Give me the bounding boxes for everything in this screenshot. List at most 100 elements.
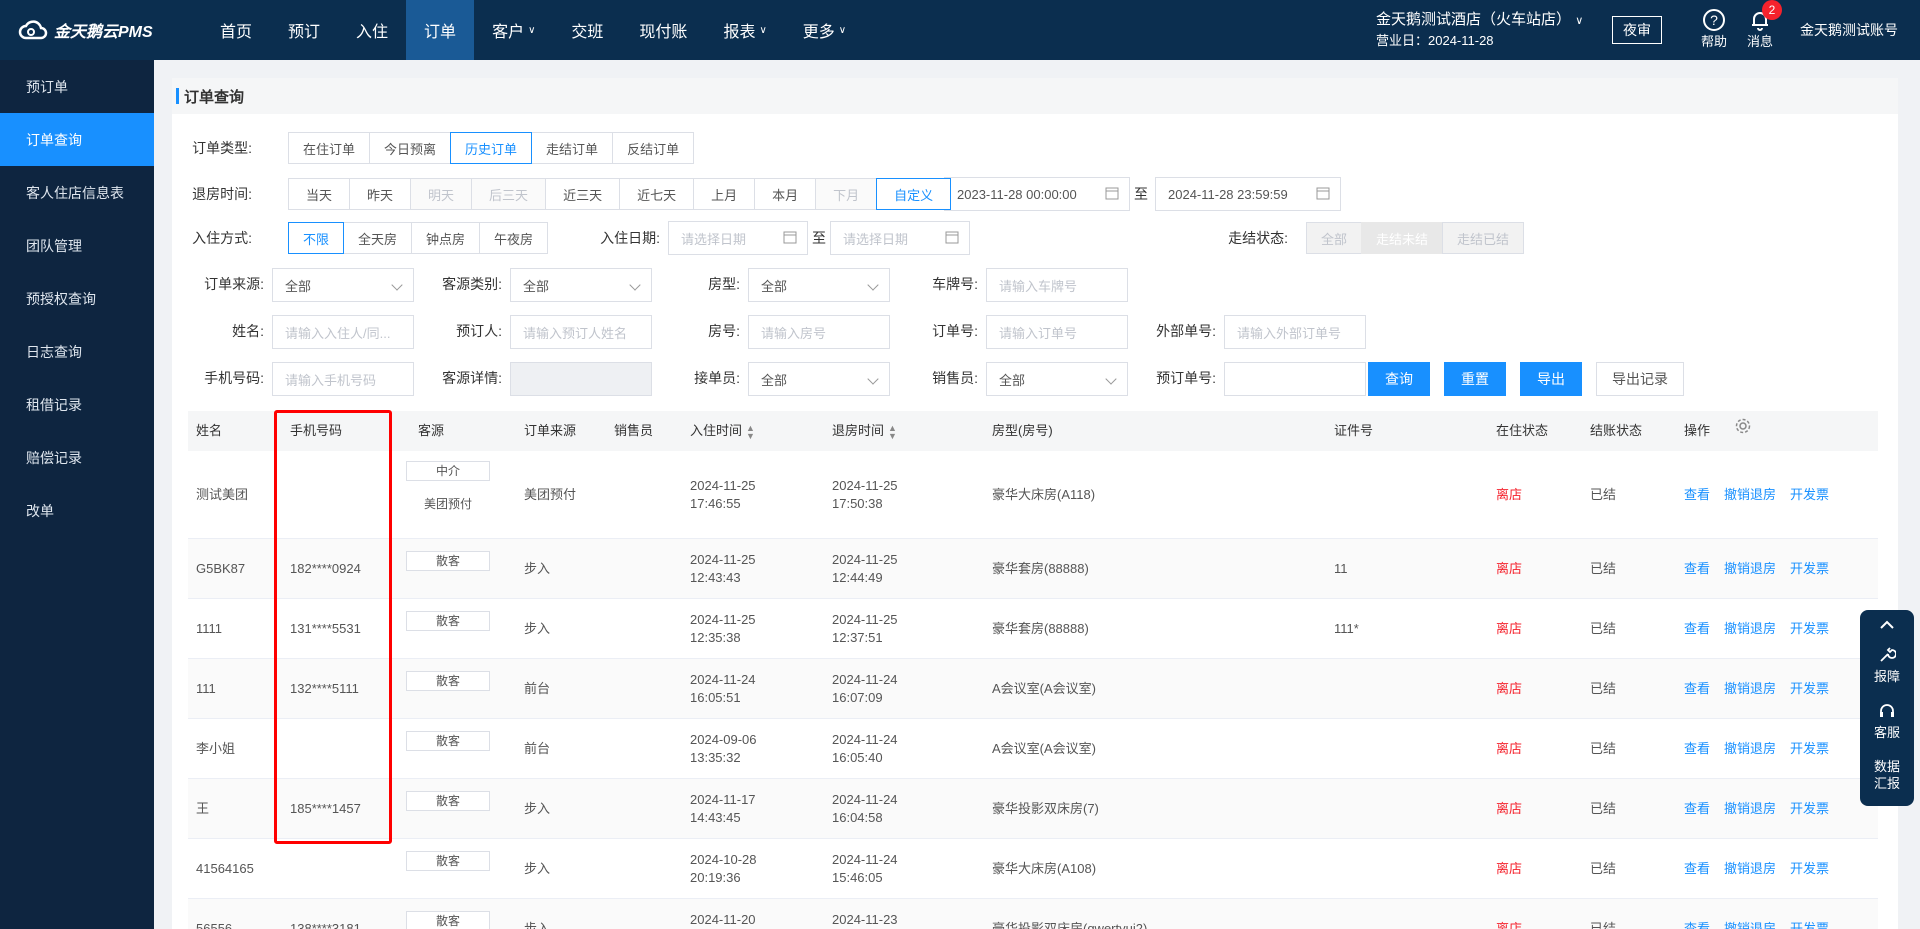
view-link[interactable]: 查看: [1684, 561, 1710, 576]
checkin-date-start-input[interactable]: 请选择日期: [668, 221, 808, 255]
night-audit-button[interactable]: 夜审: [1612, 16, 1662, 44]
settings-gear-icon[interactable]: [1734, 417, 1752, 435]
undo-checkout-link[interactable]: 撤销退房: [1724, 681, 1776, 696]
invoice-link[interactable]: 开发票: [1790, 487, 1829, 502]
column-header-6[interactable]: 退房时间 ▲ ▼: [832, 411, 897, 451]
collapse-button[interactable]: [1860, 616, 1914, 630]
view-link[interactable]: 查看: [1684, 681, 1710, 696]
checkin-option-1[interactable]: 全天房: [343, 222, 413, 254]
checkin-option-3[interactable]: 午夜房: [479, 222, 549, 254]
query-button[interactable]: 查询: [1368, 362, 1430, 396]
order-type-option-4[interactable]: 反结订单: [612, 132, 695, 164]
data-report-button[interactable]: 数据汇报: [1860, 758, 1914, 792]
reset-button[interactable]: 重置: [1444, 362, 1506, 396]
checkout-option-7[interactable]: 本月: [754, 178, 817, 210]
nav-item-2[interactable]: 入住: [338, 0, 406, 60]
sidebar-item-0[interactable]: 预订单: [0, 60, 154, 113]
order-no-input[interactable]: 请输入订单号: [986, 315, 1128, 349]
invoice-link[interactable]: 开发票: [1790, 801, 1829, 816]
sidebar-item-4[interactable]: 预授权查询: [0, 272, 154, 325]
nav-item-8[interactable]: 更多 ∨: [785, 0, 864, 60]
undo-checkout-link[interactable]: 撤销退房: [1724, 921, 1776, 929]
invoice-link[interactable]: 开发票: [1790, 621, 1829, 636]
help-button[interactable]: ? 帮助: [1694, 8, 1734, 50]
checkout-option-8[interactable]: 下月: [815, 178, 878, 210]
checkout-option-5[interactable]: 近七天: [619, 178, 695, 210]
nav-item-3[interactable]: 订单: [406, 0, 475, 60]
invoice-link[interactable]: 开发票: [1790, 861, 1829, 876]
checkout-time: 2024-11-25 17:50:38: [832, 477, 898, 513]
checkin-option-2[interactable]: 钟点房: [411, 222, 481, 254]
checkin-option-0[interactable]: 不限: [288, 222, 345, 254]
sidebar-item-1[interactable]: 订单查询: [0, 113, 154, 166]
order-type-option-0[interactable]: 在住订单: [288, 132, 371, 164]
salesperson-select[interactable]: 全部: [986, 362, 1128, 396]
checkout-option-0[interactable]: 当天: [288, 178, 351, 210]
booker-input[interactable]: 请输入预订人姓名: [510, 315, 652, 349]
plate-input[interactable]: 请输入车牌号: [986, 268, 1128, 302]
nav-item-4[interactable]: 客户 ∨: [474, 0, 553, 60]
undo-checkout-link[interactable]: 撤销退房: [1724, 561, 1776, 576]
sidebar-item-6[interactable]: 租借记录: [0, 378, 154, 431]
room-type-select[interactable]: 全部: [748, 268, 890, 302]
checkout-option-6[interactable]: 上月: [693, 178, 756, 210]
nav-item-5[interactable]: 交班: [553, 0, 621, 60]
view-link[interactable]: 查看: [1684, 621, 1710, 636]
report-fault-button[interactable]: 报障: [1860, 646, 1914, 685]
checkout-option-2[interactable]: 明天: [410, 178, 473, 210]
customer-service-button[interactable]: 客服: [1860, 702, 1914, 741]
checkout-end-input[interactable]: 2024-11-28 23:59:59: [1155, 177, 1341, 211]
external-no-input[interactable]: 请输入外部订单号: [1224, 315, 1366, 349]
receiver-select[interactable]: 全部: [748, 362, 890, 396]
column-header-label: 证件号: [1334, 423, 1374, 438]
checkout-start-input[interactable]: 2023-11-28 00:00:00: [944, 177, 1130, 211]
nav-item-6[interactable]: 现付账: [621, 0, 705, 60]
checkin-time-time: 16:05:51: [690, 690, 741, 705]
hotel-switcher[interactable]: 金天鹅测试酒店（火车站店） ∨ 营业日：2024-11-28: [1376, 10, 1583, 51]
undo-checkout-link[interactable]: 撤销退房: [1724, 741, 1776, 756]
export-log-button[interactable]: 导出记录: [1596, 362, 1684, 396]
order-source-select[interactable]: 全部: [272, 268, 414, 302]
account-menu[interactable]: 金天鹅测试账号: [1800, 20, 1898, 40]
view-link[interactable]: 查看: [1684, 801, 1710, 816]
checkin-date-end-input[interactable]: 请选择日期: [830, 221, 970, 255]
sidebar-item-3[interactable]: 团队管理: [0, 219, 154, 272]
nav-item-0[interactable]: 首页: [202, 0, 270, 60]
sidebar-item-5[interactable]: 日志查询: [0, 325, 154, 378]
view-link[interactable]: 查看: [1684, 741, 1710, 756]
invoice-link[interactable]: 开发票: [1790, 561, 1829, 576]
undo-checkout-link[interactable]: 撤销退房: [1724, 621, 1776, 636]
invoice-link[interactable]: 开发票: [1790, 921, 1829, 929]
checkout-option-9[interactable]: 自定义: [876, 178, 952, 210]
sidebar-item-8[interactable]: 改单: [0, 484, 154, 537]
nav-item-label: 更多: [802, 24, 835, 41]
view-link[interactable]: 查看: [1684, 921, 1710, 929]
checkout-time-date: 2024-11-24: [832, 852, 898, 867]
messages-button[interactable]: 2 消息: [1740, 0, 1782, 50]
sidebar-item-7[interactable]: 赔偿记录: [0, 431, 154, 484]
invoice-link[interactable]: 开发票: [1790, 681, 1829, 696]
sidebar-item-2[interactable]: 客人住店信息表: [0, 166, 154, 219]
room-no-input[interactable]: 请输入房号: [748, 315, 890, 349]
phone-input[interactable]: 请输入手机号码: [272, 362, 414, 396]
view-link[interactable]: 查看: [1684, 861, 1710, 876]
nav-item-7[interactable]: 报表 ∨: [705, 0, 784, 60]
checkout-option-4[interactable]: 近三天: [545, 178, 621, 210]
app-logo[interactable]: 金天鹅云PMS: [18, 0, 153, 60]
order-type-option-3[interactable]: 走结订单: [531, 132, 614, 164]
order-type-option-1[interactable]: 今日预离: [369, 132, 452, 164]
undo-checkout-link[interactable]: 撤销退房: [1724, 801, 1776, 816]
checkout-option-3[interactable]: 后三天: [471, 178, 547, 210]
order-type-option-2[interactable]: 历史订单: [450, 132, 533, 164]
checkout-option-1[interactable]: 昨天: [349, 178, 412, 210]
name-input[interactable]: 请输入入住人/同...: [272, 315, 414, 349]
undo-checkout-link[interactable]: 撤销退房: [1724, 861, 1776, 876]
view-link[interactable]: 查看: [1684, 487, 1710, 502]
nav-item-1[interactable]: 预订: [270, 0, 338, 60]
guest-source-type-select[interactable]: 全部: [510, 268, 652, 302]
column-header-5[interactable]: 入住时间 ▲ ▼: [690, 411, 755, 451]
invoice-link[interactable]: 开发票: [1790, 741, 1829, 756]
export-button[interactable]: 导出: [1520, 362, 1582, 396]
booking-no-input[interactable]: [1224, 362, 1366, 396]
undo-checkout-link[interactable]: 撤销退房: [1724, 487, 1776, 502]
